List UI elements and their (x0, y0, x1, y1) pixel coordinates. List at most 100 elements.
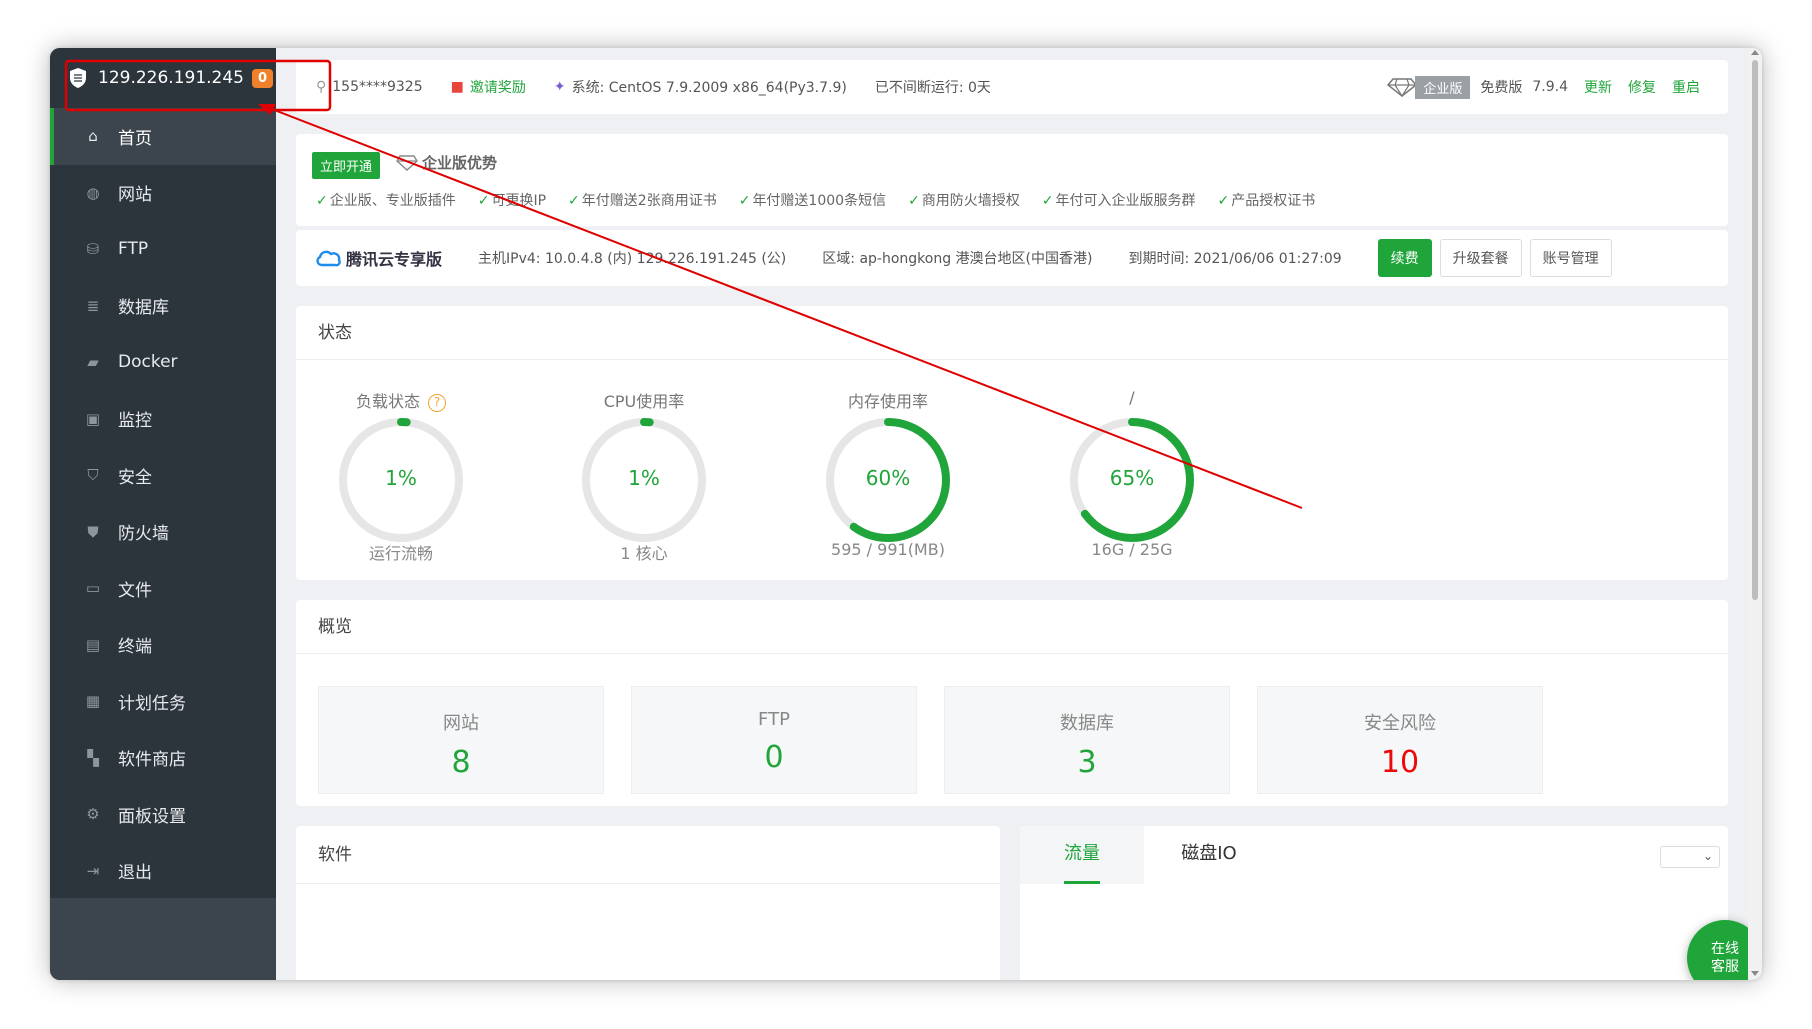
feature-item: ✓ 年付赠送1000条短信 (738, 193, 887, 209)
advantage-label: 企业版优势 (422, 154, 498, 172)
top-info-bar: ⚲ 155****9325 ■ 邀请奖励 ✦ 系统: CentOS 7.9.20… (296, 60, 1728, 114)
overview-security-risk[interactable]: 安全风险 10 (1257, 686, 1543, 794)
panel-window: 129.226.191.245 0 ⌂ 首页 ◍ 网站 ⛁ FTP ≣ 数据库 … (50, 48, 1762, 980)
feature-item: ✓ 年付赠送2张商用证书 (568, 193, 717, 209)
gauge-value: 65% (1109, 466, 1155, 490)
database-icon: ≣ (86, 296, 100, 315)
ftp-icon: ⛁ (86, 240, 100, 259)
gauge-name: / (1129, 388, 1135, 407)
server-header[interactable]: 129.226.191.245 0 (50, 48, 276, 108)
gauge-value: 1% (628, 466, 660, 490)
overview-websites[interactable]: 网站 8 (318, 686, 604, 794)
sidebar-item-settings[interactable]: ⚙ 面板设置 (50, 786, 276, 843)
sidebar-nav: ⌂ 首页 ◍ 网站 ⛁ FTP ≣ 数据库 ▰ Docker ▣ 监控 ⛉ 安全… (50, 108, 276, 950)
overview-label: 安全风险 (1364, 713, 1436, 734)
renew-button[interactable]: 续费 (1377, 239, 1432, 277)
sidebar-item-logout[interactable]: ⇥ 退出 (50, 843, 276, 900)
chevron-down-icon: ⌄ (1702, 849, 1713, 863)
check-icon: ✓ (316, 193, 328, 209)
sidebar-item-firewall[interactable]: ⛊ 防火墙 (50, 504, 276, 561)
gauge-load[interactable]: 负载状态? 1% 运行流畅 (326, 360, 476, 570)
logout-icon: ⇥ (86, 861, 100, 880)
sidebar: 129.226.191.245 0 ⌂ 首页 ◍ 网站 ⛁ FTP ≣ 数据库 … (50, 48, 276, 980)
home-icon: ⌂ (88, 127, 98, 146)
overview-label: 网站 (443, 713, 479, 734)
gauge-subtext: 16G / 25G (1091, 540, 1173, 559)
sidebar-item-terminal[interactable]: ▤ 终端 (50, 617, 276, 674)
version-area: 企业版 免费版 7.9.4 更新 修复 重启 (1387, 75, 1728, 99)
overview-database[interactable]: 数据库 3 (944, 686, 1230, 794)
enterprise-promo: 立即开通 企业版优势 ✓ 企业版、专业版插件 ✓ 可更换IP ✓ 年付赠送2张商用证书… (296, 134, 1728, 226)
invite-label: 邀请奖励 (469, 80, 526, 96)
repair-link[interactable]: 修复 (1628, 77, 1656, 97)
enterprise-tag[interactable]: 企业版 (1387, 75, 1471, 99)
gauge-subtext: 595 / 991(MB) (831, 540, 945, 559)
sidebar-item-label: 软件商店 (118, 750, 186, 771)
sidebar-item-label: 网站 (118, 185, 152, 206)
uptime-label: 已不间断运行: 0天 (874, 80, 991, 96)
host-ipv4: 主机IPv4: 10.0.4.8 (内) 129.226.191.245 (公) (478, 251, 787, 267)
help-icon[interactable]: ? (428, 393, 446, 412)
server-ip: 129.226.191.245 (98, 68, 245, 88)
sidebar-item-ftp[interactable]: ⛁ FTP (50, 221, 276, 278)
sidebar-item-home[interactable]: ⌂ 首页 (50, 108, 276, 165)
restart-link[interactable]: 重启 (1672, 77, 1700, 97)
feature-item: ✓ 产品授权证书 (1217, 193, 1316, 209)
gift-icon: ■ (450, 79, 464, 95)
sidebar-item-label: 数据库 (118, 298, 169, 319)
scroll-thumb[interactable] (1752, 60, 1758, 600)
diamond-icon (1387, 78, 1418, 97)
gauge-memory[interactable]: 内存使用率 60% 595 / 991(MB) (813, 360, 963, 570)
overview-value: 10 (1380, 745, 1420, 780)
traffic-select[interactable]: ⌄ (1660, 846, 1720, 868)
tencent-cloud-logo: 腾讯云专享版 (314, 246, 442, 270)
sidebar-item-monitor[interactable]: ▣ 监控 (50, 391, 276, 448)
gauge-subtext: 1 核心 (620, 544, 668, 563)
account-button[interactable]: 账号管理 (1529, 239, 1612, 277)
firewall-icon: ⛊ (87, 522, 99, 541)
sidebar-item-label: Docker (118, 352, 178, 373)
sidebar-item-cron[interactable]: ▦ 计划任务 (50, 673, 276, 730)
tab-disk-io[interactable]: 磁盘IO (1144, 826, 1274, 884)
open-now-button[interactable]: 立即开通 (312, 152, 381, 179)
overview-ftp[interactable]: FTP 0 (631, 686, 917, 794)
cloud-icon (316, 250, 341, 267)
gauge-disk[interactable]: / 65% 16G / 25G (1057, 360, 1207, 570)
region: 区域: ap-hongkong 港澳台地区(中国香港) (822, 251, 1093, 267)
check-icon: ✓ (568, 193, 580, 209)
terminal-icon: ▤ (85, 635, 101, 654)
gauge-subtext: 运行流畅 (368, 544, 433, 563)
system-icon: ✦ (553, 79, 566, 95)
check-icon: ✓ (908, 193, 920, 209)
status-title: 状态 (296, 306, 1728, 360)
sidebar-item-files[interactable]: ▭ 文件 (50, 560, 276, 617)
sidebar-item-store[interactable]: ▚ 软件商店 (50, 730, 276, 787)
check-icon: ✓ (477, 193, 490, 209)
scroll-down-arrow-icon[interactable] (1751, 971, 1759, 976)
traffic-card: 流量 磁盘IO ⌄ (1020, 826, 1728, 980)
feature-item: ✓ 企业版、专业版插件 (316, 193, 456, 209)
invite-link[interactable]: ■ 邀请奖励 (451, 77, 526, 97)
sidebar-item-label: 安全 (118, 467, 152, 488)
status-card: 状态 负载状态? 1% 运行流畅 CPU使用率 1% 1 核心 内存使用率 60… (296, 306, 1728, 580)
upgrade-button[interactable]: 升级套餐 (1439, 239, 1522, 277)
overview-value: 8 (451, 745, 471, 780)
notification-badge[interactable]: 0 (252, 68, 274, 88)
sidebar-item-docker[interactable]: ▰ Docker (50, 334, 276, 391)
tencent-brand: 腾讯云专享版 (346, 250, 443, 269)
sidebar-item-security[interactable]: ⛉ 安全 (50, 447, 276, 504)
sidebar-item-database[interactable]: ≣ 数据库 (50, 278, 276, 335)
check-icon: ✓ (1217, 193, 1230, 209)
overview-label: 数据库 (1060, 713, 1114, 734)
sidebar-item-label: 监控 (118, 411, 152, 432)
scrollbar[interactable] (1748, 48, 1762, 980)
gauge-cpu[interactable]: CPU使用率 1% 1 核心 (569, 360, 719, 570)
tencent-cloud-bar: 腾讯云专享版 主机IPv4: 10.0.4.8 (内) 129.226.191.… (296, 230, 1728, 286)
sidebar-item-website[interactable]: ◍ 网站 (50, 165, 276, 222)
scroll-up-arrow-icon[interactable] (1751, 50, 1759, 55)
feature-item: ✓ 可更换IP (477, 193, 547, 209)
gauge-value: 60% (865, 466, 911, 490)
user-info[interactable]: ⚲ 155****9325 (316, 79, 423, 95)
tab-traffic[interactable]: 流量 (1020, 826, 1144, 884)
update-link[interactable]: 更新 (1584, 77, 1612, 97)
